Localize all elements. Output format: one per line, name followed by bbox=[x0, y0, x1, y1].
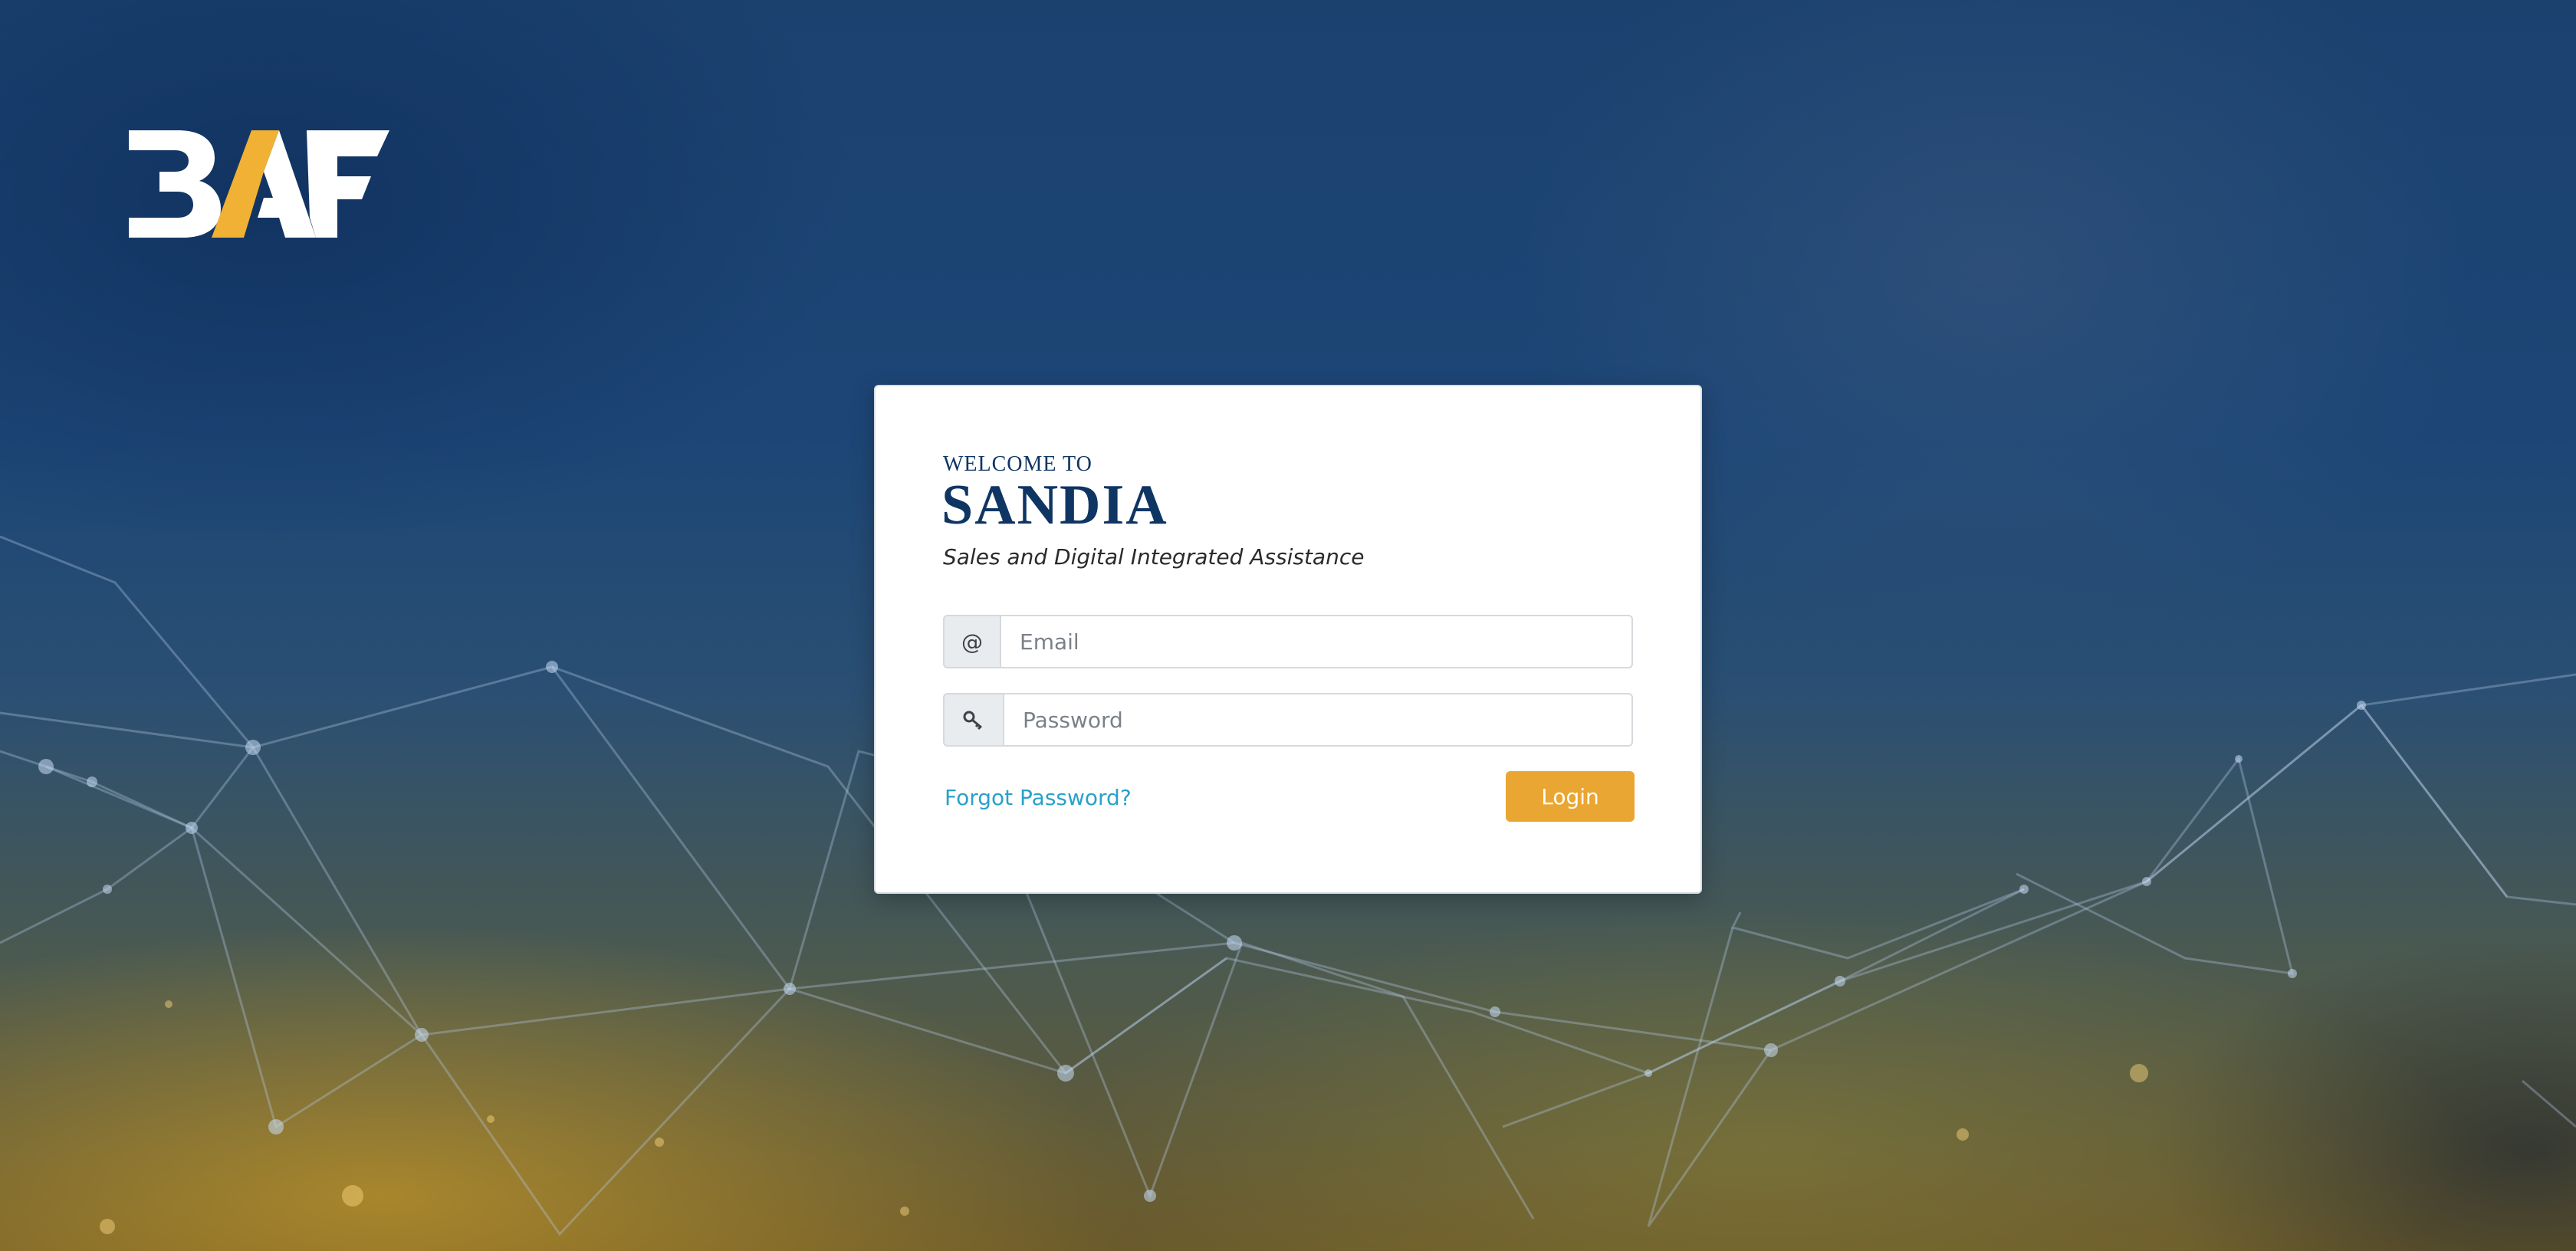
login-button[interactable]: Login bbox=[1506, 771, 1635, 822]
email-field[interactable] bbox=[1000, 615, 1633, 668]
forgot-password-link[interactable]: Forgot Password? bbox=[945, 785, 1132, 810]
login-page: WELCOME TO SANDIA Sales and Digital Inte… bbox=[0, 0, 2576, 1251]
password-input-group bbox=[943, 693, 1633, 747]
key-icon bbox=[943, 693, 1003, 747]
login-card: WELCOME TO SANDIA Sales and Digital Inte… bbox=[874, 385, 1702, 894]
password-field[interactable] bbox=[1003, 693, 1633, 747]
app-tagline: Sales and Digital Integrated Assistance bbox=[943, 544, 1365, 570]
app-title: SANDIA bbox=[941, 474, 1168, 537]
baf-logo bbox=[129, 130, 389, 238]
at-icon: @ bbox=[943, 615, 1000, 668]
email-input-group: @ bbox=[943, 615, 1633, 668]
